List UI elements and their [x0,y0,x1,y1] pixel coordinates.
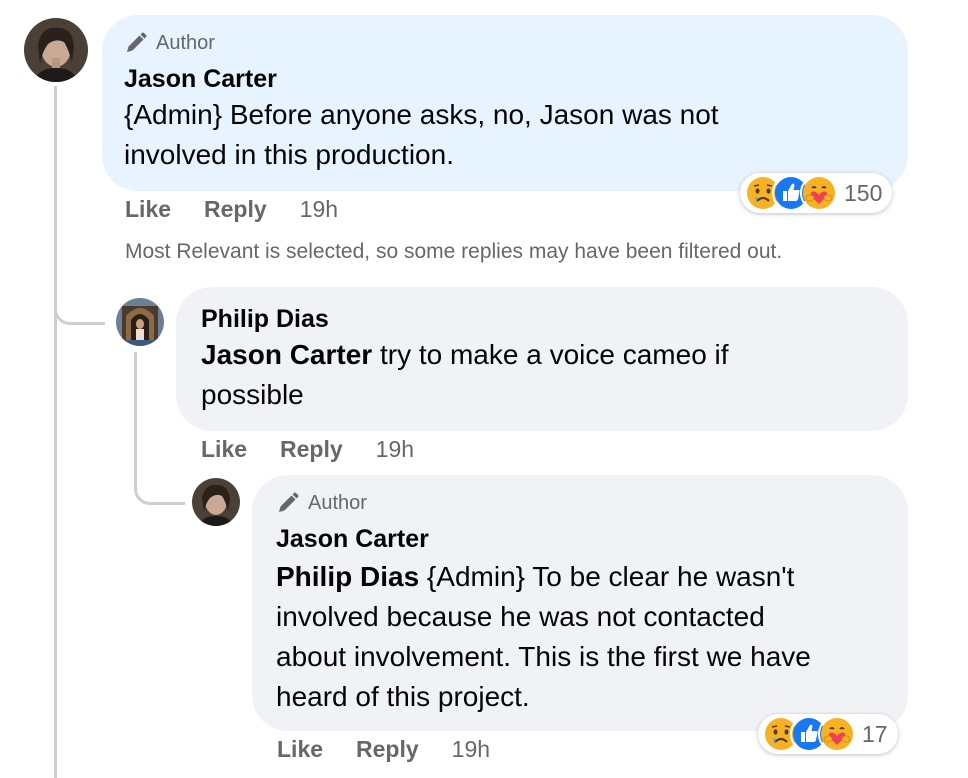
commenter-name[interactable]: Jason Carter [124,65,277,94]
reply-button[interactable]: Reply [280,436,343,463]
pencil-icon [127,32,147,52]
thread-connector-1 [54,280,105,325]
mention-philip-dias[interactable]: Philip Dias [276,561,419,592]
timestamp[interactable]: 19h [452,736,490,763]
reaction-count: 150 [844,179,883,206]
avatar-jason-carter[interactable] [192,478,240,526]
timestamp[interactable]: 19h [376,436,414,463]
author-badge: Author [124,31,215,55]
reaction-count: 17 [862,720,888,747]
avatar-jason-carter[interactable] [24,18,88,82]
comment-actions-2: Like Reply 19h [201,436,414,463]
filter-note: Most Relevant is selected, so some repli… [125,240,783,263]
reactions-summary-3[interactable]: 17 [758,714,898,754]
reply-button[interactable]: Reply [356,736,419,763]
author-badge: Author [276,491,367,515]
pencil-icon [279,492,299,512]
author-label: Author [156,31,215,54]
timestamp[interactable]: 19h [300,196,338,223]
thread-connector-2 [134,462,185,505]
comment-actions-1: Like Reply 19h [125,196,338,223]
thread-line-main [54,86,57,778]
comment-text: Philip Dias {Admin} To be clear he wasn'… [276,561,811,712]
comment-bubble-1: Author Jason Carter {Admin} Before anyon… [102,15,908,191]
like-button[interactable]: Like [277,736,323,763]
care-icon [800,174,838,212]
comment-text: {Admin} Before anyone asks, no, Jason wa… [124,99,719,170]
like-button[interactable]: Like [125,196,171,223]
care-icon [818,715,856,753]
comment-text: Jason Carter try to make a voice cameo i… [201,339,729,410]
author-label: Author [308,491,367,514]
reply-button[interactable]: Reply [204,196,267,223]
commenter-name[interactable]: Jason Carter [276,525,429,554]
avatar-philip-dias[interactable] [116,298,164,346]
reactions-summary-1[interactable]: 150 [740,173,893,213]
like-button[interactable]: Like [201,436,247,463]
comment-actions-3: Like Reply 19h [277,736,490,763]
mention-jason-carter[interactable]: Jason Carter [201,339,372,370]
comment-bubble-2: Philip Dias Jason Carter try to make a v… [176,287,908,431]
commenter-name[interactable]: Philip Dias [201,305,329,334]
comment-bubble-3: Author Jason Carter Philip Dias {Admin} … [252,475,908,731]
